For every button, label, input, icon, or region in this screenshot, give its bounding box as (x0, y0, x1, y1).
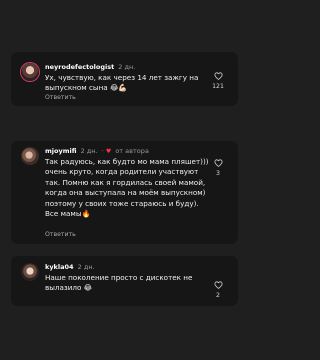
like-button[interactable]: 3 (209, 159, 227, 177)
like-count: 121 (212, 83, 224, 90)
avatar[interactable] (21, 63, 39, 81)
heart-outline-icon (213, 281, 223, 289)
separator-dot: · (101, 147, 104, 155)
reply-button[interactable]: Ответить (45, 94, 76, 101)
like-count: 3 (216, 170, 220, 177)
like-button[interactable]: 2 (209, 281, 227, 299)
comment-meta: neyrodefectologist 2 дн. (45, 63, 135, 71)
comment-card: mjoymifi 2 дн. · ♥ от автора Так радуюсь… (11, 141, 238, 244)
reply-button[interactable]: Ответить (45, 231, 76, 238)
comment-card: kykla04 2 дн. Наше поколение просто с ди… (11, 256, 238, 306)
timestamp: 2 дн. (77, 263, 95, 271)
timestamp: 2 дн. (118, 63, 136, 71)
username[interactable]: kykla04 (45, 263, 74, 271)
avatar[interactable] (21, 147, 39, 165)
author-badge: от автора (115, 147, 149, 155)
like-button[interactable]: 121 (209, 72, 227, 90)
heart-outline-icon (213, 72, 223, 80)
avatar[interactable] (21, 263, 39, 281)
username[interactable]: mjoymifi (45, 147, 77, 155)
comment-text: Ух, чувствую, как через 14 лет зажгу на … (45, 73, 199, 93)
author-heart-icon: ♥ (105, 148, 112, 155)
comment-text: Наше поколение просто с дискотек не выла… (45, 273, 193, 293)
comment-text: Так радуюсь, как будто мо мама пляшет)))… (45, 157, 209, 219)
comment-card: neyrodefectologist 2 дн. Ух, чувствую, к… (11, 52, 238, 106)
like-count: 2 (216, 292, 220, 299)
username[interactable]: neyrodefectologist (45, 63, 114, 71)
heart-outline-icon (213, 159, 223, 167)
timestamp: 2 дн. (80, 147, 98, 155)
comment-meta: kykla04 2 дн. (45, 263, 95, 271)
comment-meta: mjoymifi 2 дн. · ♥ от автора (45, 147, 149, 156)
